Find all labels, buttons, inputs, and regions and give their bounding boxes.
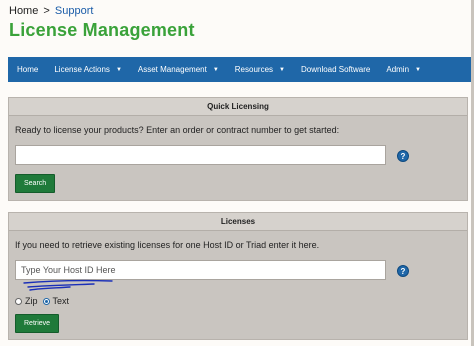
zip-radio-label: Zip <box>25 296 38 306</box>
help-icon[interactable]: ? <box>397 265 409 277</box>
nav-item-label: Admin <box>386 65 410 74</box>
nav-item-label: License Actions <box>54 65 110 74</box>
nav-license-actions[interactable]: License Actions ▼ <box>46 57 130 82</box>
quick-licensing-panel: Quick Licensing Ready to license your pr… <box>8 97 468 201</box>
nav-home[interactable]: Home <box>8 57 46 82</box>
search-button[interactable]: Search <box>15 174 56 193</box>
nav-resources[interactable]: Resources ▼ <box>227 57 293 82</box>
licenses-instructions: If you need to retrieve existing license… <box>15 240 320 250</box>
text-radio-label: Text <box>52 296 70 306</box>
breadcrumb: Home > Support <box>9 5 93 17</box>
nav-item-label: Asset Management <box>137 65 207 74</box>
nav-item-label: Home <box>17 65 39 74</box>
host-id-input[interactable] <box>15 260 386 280</box>
licenses-panel: Licenses If you need to retrieve existin… <box>8 212 468 340</box>
page-title: License Management <box>9 20 195 40</box>
zip-radio[interactable] <box>15 297 22 305</box>
nav-download-software[interactable]: Download Software <box>293 57 378 82</box>
chevron-down-icon: ▼ <box>115 66 122 73</box>
breadcrumb-separator: > <box>43 5 50 17</box>
breadcrumb-support-link[interactable]: Support <box>55 5 94 17</box>
nav-item-label: Download Software <box>300 65 371 74</box>
help-icon[interactable]: ? <box>397 150 409 162</box>
chevron-down-icon: ▼ <box>279 66 285 73</box>
chevron-down-icon: ▼ <box>212 66 219 73</box>
order-number-input[interactable] <box>15 145 386 165</box>
breadcrumb-home[interactable]: Home <box>9 5 38 17</box>
quick-licensing-header: Quick Licensing <box>9 98 467 116</box>
nav-asset-management[interactable]: Asset Management ▼ <box>130 57 227 82</box>
nav-item-label: Resources <box>234 65 274 74</box>
nav-admin[interactable]: Admin ▼ <box>378 57 429 82</box>
quick-licensing-instructions: Ready to license your products? Enter an… <box>15 125 340 135</box>
chevron-down-icon: ▼ <box>415 66 421 73</box>
format-options: Zip Text <box>15 296 72 306</box>
retrieve-button[interactable]: Retrieve <box>15 314 60 333</box>
text-radio[interactable] <box>42 297 50 305</box>
licenses-header: Licenses <box>9 213 467 231</box>
main-navbar: Home License Actions ▼ Asset Management … <box>8 57 471 82</box>
